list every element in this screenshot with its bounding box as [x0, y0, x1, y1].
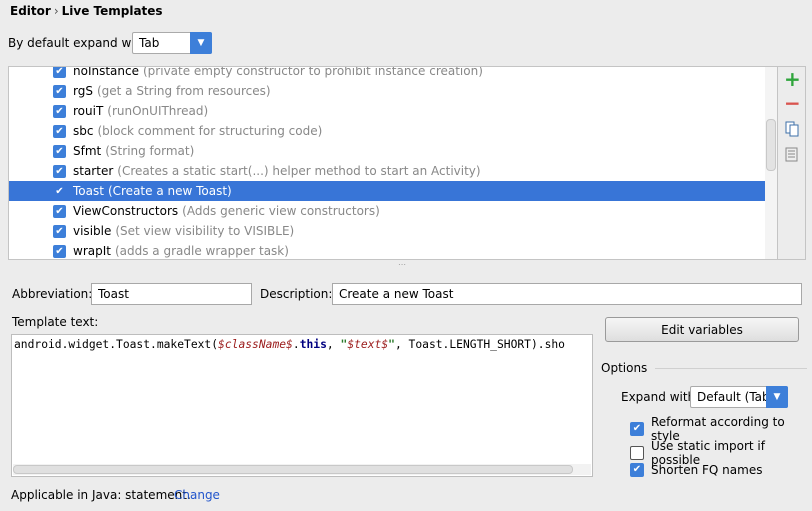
expand-label: By default expand with — [8, 36, 147, 50]
template-name: rgS — [73, 84, 93, 98]
template-description: (runOnUIThread) — [107, 104, 209, 118]
template-description: (Set view visibility to VISIBLE) — [115, 224, 295, 238]
checkbox[interactable]: ✔ — [53, 84, 66, 98]
template-name: sbc — [73, 124, 94, 138]
template-name: rouiT — [73, 104, 104, 118]
checkbox[interactable]: ✔ — [53, 67, 66, 78]
checkbox[interactable]: ✔ — [630, 463, 644, 477]
checkbox[interactable]: ✔ — [53, 104, 66, 118]
checkbox[interactable]: ✔ — [53, 204, 66, 218]
templates-list: ✔ wrapIt (adds a gradle wrapper task) ✔ visi… — [8, 66, 778, 260]
template-row[interactable]: ✔ wrapIt (adds a gradle wrapper task) — [9, 241, 765, 259]
checkbox[interactable] — [630, 446, 644, 460]
template-name: Sfmt — [73, 144, 102, 158]
template-name: ViewConstructors — [73, 204, 179, 218]
template-row[interactable]: ✔ rouiT (runOnUIThread) — [9, 101, 765, 121]
vertical-scrollbar[interactable] — [765, 67, 777, 259]
template-description: (get a String from resources) — [96, 84, 271, 98]
option-checkbox[interactable]: ✔ Shorten FQ names — [630, 463, 762, 477]
abbreviation-label: Abbreviation: — [12, 287, 93, 301]
edit-variables-button[interactable]: Edit variables — [605, 317, 799, 342]
description-label: Description: — [260, 287, 333, 301]
chevron-down-icon: ▼ — [190, 32, 212, 54]
template-description: (block comment for structuring code) — [97, 124, 323, 138]
expand-with-select[interactable]: Default (Tab) ▼ — [690, 386, 788, 408]
option-label: Shorten FQ names — [651, 463, 763, 477]
template-row[interactable]: ✔ ViewConstructors (Adds generic view cons… — [9, 201, 765, 221]
breadcrumb: Editor › Live Templates — [10, 4, 163, 18]
remove-icon[interactable]: − — [784, 93, 801, 113]
template-description: (Adds generic view constructors) — [182, 204, 380, 218]
template-name: noInstance — [73, 66, 139, 78]
checkbox[interactable]: ✔ — [53, 185, 66, 198]
expand-with-label: Expand with — [621, 390, 696, 404]
template-description: (Create a new Toast) — [107, 184, 232, 198]
checkbox[interactable]: ✔ — [630, 422, 644, 436]
template-row[interactable]: ✔ starter (Creates a static start(...) hel… — [9, 161, 765, 181]
change-link[interactable]: Change — [174, 488, 220, 502]
template-name: visible — [73, 224, 112, 238]
expand-select[interactable]: Tab ▼ — [132, 32, 212, 54]
checkbox[interactable]: ✔ — [53, 224, 66, 238]
template-description: (private empty constructor to prohibit i… — [143, 66, 483, 78]
checkbox[interactable]: ✔ — [53, 124, 66, 138]
copy-icon[interactable] — [784, 121, 800, 137]
template-name: wrapIt — [73, 244, 111, 258]
template-description: (adds a gradle wrapper task) — [114, 244, 289, 258]
checkbox[interactable]: ✔ — [53, 144, 66, 158]
template-text-label: Template text: — [12, 315, 99, 329]
scrollbar-thumb[interactable] — [766, 119, 776, 171]
template-description: (Creates a static start(...) helper meth… — [117, 164, 481, 178]
template-row[interactable]: ✔ rgS (get a String from resources) — [9, 81, 765, 101]
template-text-editor[interactable]: android.widget.Toast.makeText($className… — [11, 334, 593, 477]
template-name: starter — [73, 164, 114, 178]
template-code: android.widget.Toast.makeText($className… — [14, 338, 565, 351]
checkbox[interactable]: ✔ — [53, 244, 66, 258]
chevron-down-icon: ▼ — [766, 386, 788, 408]
template-row[interactable]: ✔ visible (Set view visibility to VISIBLE) — [9, 221, 765, 241]
template-row[interactable]: ✔ sbc (block comment for structuring code) — [9, 121, 765, 141]
horizontal-scrollbar[interactable] — [13, 464, 591, 475]
add-icon[interactable]: + — [784, 69, 801, 89]
template-row[interactable]: ✔ Sfmt (String format) — [9, 141, 765, 161]
template-row[interactable]: ✔ Toast (Create a new Toast) — [9, 181, 765, 201]
applicable-text: Applicable in Java: statement. — [11, 488, 191, 502]
scrollbar-thumb[interactable] — [13, 465, 573, 474]
options-divider — [655, 368, 807, 369]
options-title: Options — [601, 361, 648, 375]
template-description: (String format) — [105, 144, 195, 158]
checkbox[interactable]: ✔ — [53, 164, 66, 178]
abbreviation-input[interactable] — [91, 283, 252, 305]
splitter-handle[interactable]: ⋯ — [398, 260, 406, 269]
template-name: Toast — [73, 184, 104, 198]
description-input[interactable] — [332, 283, 802, 305]
group-icon[interactable] — [784, 147, 800, 163]
list-toolbar: + − — [778, 66, 806, 260]
template-row[interactable]: ✔ noInstance (private empty constructor to… — [9, 66, 765, 81]
